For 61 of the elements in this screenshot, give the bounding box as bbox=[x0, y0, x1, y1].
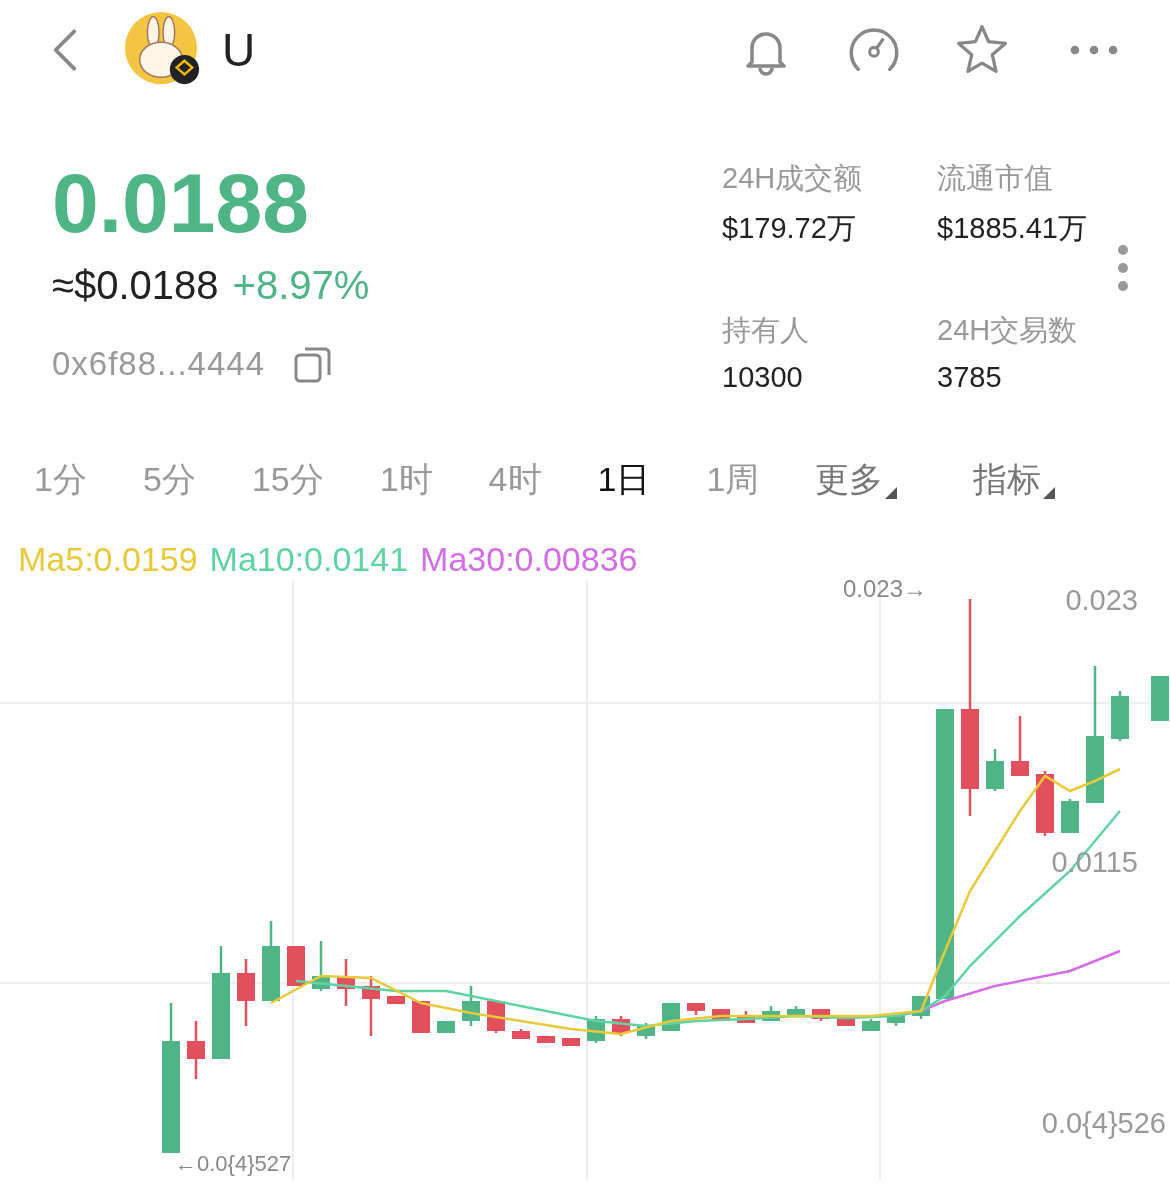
candlestick bbox=[837, 1016, 855, 1026]
candlestick bbox=[337, 959, 355, 1006]
stat-value: 3785 bbox=[937, 361, 1003, 394]
timeframe-tab[interactable]: 指标 bbox=[973, 457, 1056, 503]
stat-label: 24H成交额 bbox=[722, 161, 864, 196]
timeframe-tab[interactable]: 4时 bbox=[488, 457, 542, 503]
dropdown-triangle-icon bbox=[1043, 487, 1056, 499]
candlestick bbox=[312, 941, 330, 991]
candlestick bbox=[187, 1021, 205, 1079]
high-marker: 0.023→ bbox=[843, 575, 928, 603]
candlestick bbox=[762, 1006, 780, 1021]
price-axis-label: 0.0{4}526 bbox=[1041, 1107, 1166, 1140]
candlestick bbox=[1061, 799, 1079, 833]
candlestick bbox=[387, 996, 405, 1004]
price-change: +8.97% bbox=[232, 263, 370, 308]
candlestick bbox=[237, 959, 255, 1026]
candlestick bbox=[887, 1013, 905, 1026]
candlestick bbox=[512, 1029, 530, 1039]
moving-average-label: Ma30:0.00836 bbox=[420, 539, 638, 579]
candlestick bbox=[862, 1019, 880, 1031]
timeframe-tab[interactable]: 1日 bbox=[597, 457, 651, 503]
price-axis-label: 0.023 bbox=[1065, 584, 1138, 617]
candlestick bbox=[537, 1036, 555, 1043]
stat-label: 流通市值 bbox=[937, 161, 1054, 196]
candlestick bbox=[687, 1003, 705, 1015]
candlestick bbox=[637, 1023, 655, 1039]
candlestick bbox=[1111, 691, 1129, 741]
timeframe-tab[interactable]: 1时 bbox=[379, 457, 433, 503]
candlestick bbox=[1036, 771, 1054, 836]
timeframe-tab[interactable]: 1周 bbox=[706, 457, 760, 503]
candlestick bbox=[986, 749, 1004, 791]
candlestick bbox=[812, 1009, 830, 1021]
stat-value: $1885.41万 bbox=[937, 211, 1088, 246]
candlestick bbox=[1011, 716, 1029, 776]
candlestick bbox=[287, 946, 305, 986]
contract-address: 0x6f88...4444 bbox=[52, 345, 265, 383]
moving-average-label: Ma10:0.0141 bbox=[209, 539, 409, 579]
stat-value: 10300 bbox=[722, 361, 804, 394]
dropdown-triangle-icon bbox=[885, 487, 898, 499]
kebab-menu-icon[interactable] bbox=[1116, 243, 1130, 293]
price: 0.0188 bbox=[52, 155, 310, 251]
stat-label: 持有人 bbox=[722, 313, 810, 348]
candlestick bbox=[787, 1006, 805, 1016]
stat-value: $179.72万 bbox=[722, 211, 857, 246]
timeframe-tab[interactable]: 5分 bbox=[142, 457, 196, 503]
candlestick bbox=[462, 986, 480, 1026]
candlestick bbox=[362, 976, 380, 1036]
candlestick bbox=[437, 1021, 455, 1033]
candlestick bbox=[1151, 676, 1169, 721]
timeframe-tab[interactable]: 1分 bbox=[34, 457, 87, 503]
token-name: U bbox=[222, 23, 256, 77]
candlestick bbox=[737, 1011, 755, 1023]
candlestick bbox=[562, 1038, 580, 1046]
stat-label: 24H交易数 bbox=[937, 313, 1079, 348]
timeframe-tab[interactable]: 更多 bbox=[815, 457, 898, 503]
low-marker: ←0.0{4}527 bbox=[175, 1151, 292, 1177]
moving-average-label: Ma5:0.0159 bbox=[18, 539, 198, 579]
candlestick bbox=[412, 1001, 430, 1033]
usd-price: ≈$0.0188 bbox=[52, 263, 219, 308]
candlestick bbox=[612, 1016, 630, 1036]
timeframe-tab[interactable]: 15分 bbox=[251, 457, 324, 503]
